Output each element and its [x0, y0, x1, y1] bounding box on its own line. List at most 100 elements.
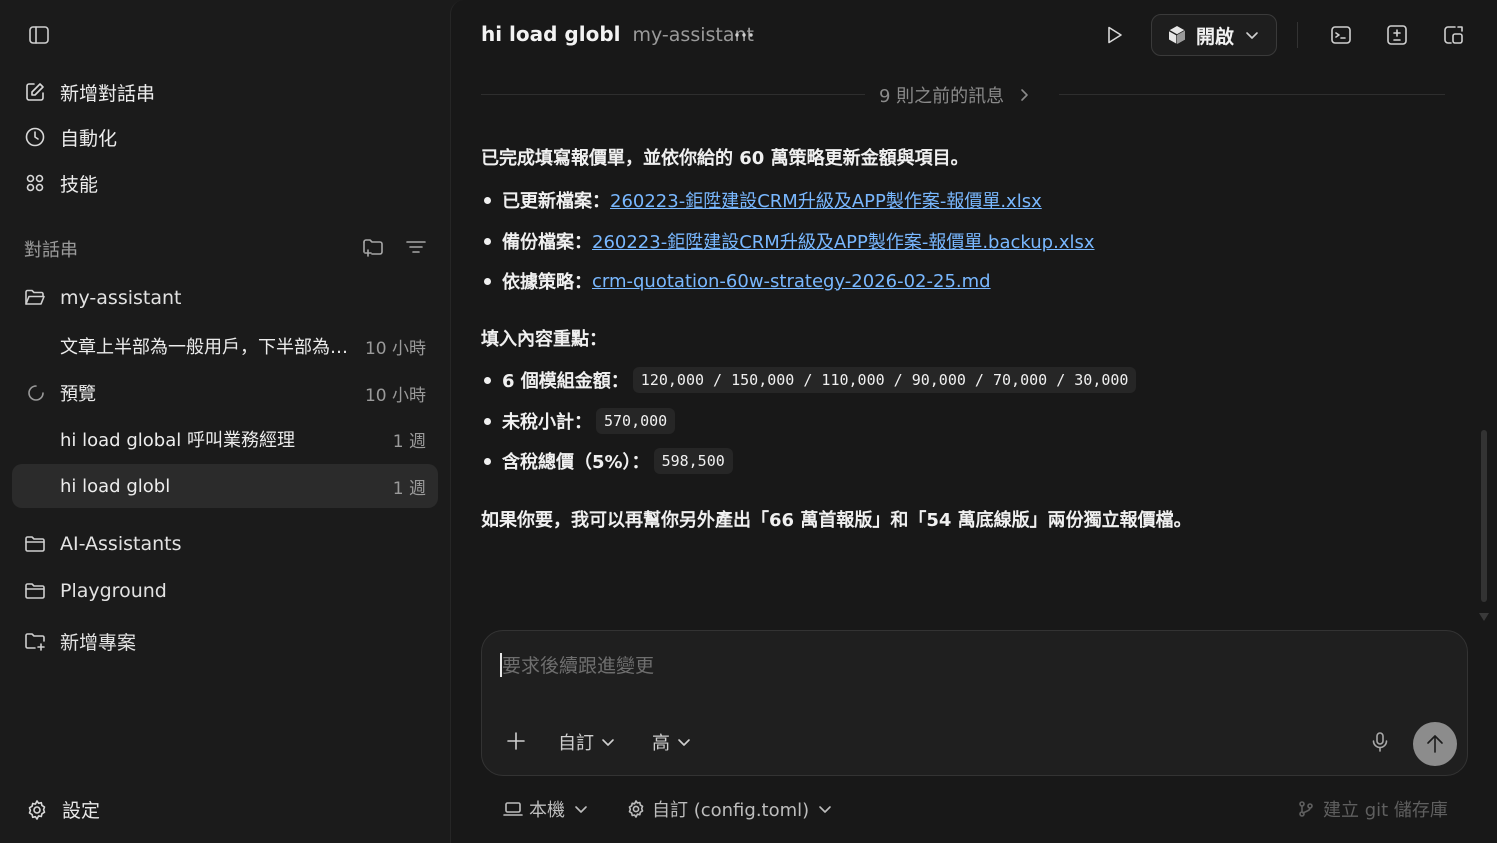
settings-button[interactable]: 設定: [26, 796, 100, 823]
send-button[interactable]: [1413, 722, 1457, 766]
threads-section-title: 對話串: [24, 240, 78, 261]
message-input[interactable]: [502, 651, 1402, 681]
list-item: 備份檔案： 260223-鉅陞建設CRM升級及APP製作案-報價單.backup…: [481, 228, 1095, 254]
new-project-label: 新增專案: [60, 631, 137, 654]
microphone-icon[interactable]: [1368, 730, 1392, 754]
list-item: 已更新檔案： 260223-鉅陞建設CRM升級及APP製作案-報價單.xlsx: [481, 187, 1042, 213]
skills-button[interactable]: 技能: [24, 168, 98, 198]
highlight-label: 未稅小計：: [502, 412, 592, 433]
gear-icon: [626, 799, 646, 819]
thread-name: hi load global 呼叫業務經理: [60, 430, 295, 451]
highlight-label: 6 個模組金額：: [502, 371, 629, 392]
file-label: 已更新檔案：: [502, 191, 610, 212]
chevron-down-icon: [817, 801, 833, 817]
open-in-button[interactable]: 開啟: [1151, 14, 1277, 56]
thread-name: 預覽: [60, 384, 96, 405]
message-intro: 已完成填寫報價單，並依你給的 60 萬策略更新金額與項目。: [481, 148, 969, 169]
file-link[interactable]: 260223-鉅陞建設CRM升級及APP製作案-報價單.xlsx: [610, 187, 1042, 213]
environment-label: 本機: [529, 800, 565, 821]
run-play-icon[interactable]: [1103, 24, 1125, 46]
bullet-dot: [484, 376, 491, 384]
environment-dropdown[interactable]: 本機: [503, 796, 589, 822]
loading-spinner-icon: [26, 383, 46, 403]
thread-time: 1 週: [392, 431, 426, 452]
folder-label: Playground: [60, 580, 167, 602]
main-panel: hi load globl my-assistant 開啟 9 則之前的訊息 已…: [450, 0, 1497, 843]
thread-name: 文章上半部為一般用戶，下半部為技術人員說明: [60, 337, 350, 358]
toolbar-divider: [1297, 22, 1298, 48]
highlights-title: 填入內容重點：: [481, 329, 607, 350]
bullet-dot: [484, 417, 491, 425]
compose-icon: [24, 81, 46, 103]
new-thread-button[interactable]: 新增對話串: [24, 77, 155, 107]
mode-dropdown[interactable]: 自訂: [558, 729, 616, 755]
git-label: 建立 git 儲存庫: [1323, 800, 1448, 821]
more-options-icon[interactable]: [733, 24, 755, 46]
skills-grid-icon: [24, 172, 46, 194]
chevron-down-icon: [573, 801, 589, 817]
thread-title: hi load globl: [481, 22, 621, 46]
previous-messages-button[interactable]: 9 則之前的訊息: [879, 82, 1032, 108]
thread-item[interactable]: 預覽 10 小時: [12, 371, 438, 415]
thread-name: hi load globl: [60, 475, 171, 497]
inline-code: 570,000: [596, 408, 676, 434]
arrow-up-icon: [1427, 735, 1443, 753]
bullet-dot: [484, 196, 491, 204]
sidebar-toggle-icon[interactable]: [28, 24, 50, 46]
sidebar: 新增對話串 自動化 技能 對話串 my-assistant 文章上半部為一般用戶…: [0, 0, 450, 843]
thread-item[interactable]: hi load global 呼叫業務經理 1 週: [12, 417, 438, 461]
create-git-repo-button[interactable]: 建立 git 儲存庫: [1297, 796, 1448, 822]
filter-icon[interactable]: [405, 236, 427, 258]
cube-icon: [1166, 24, 1188, 46]
thread-item-active[interactable]: hi load globl 1 週: [12, 464, 438, 508]
folder-playground[interactable]: Playground: [24, 577, 167, 605]
clock-icon: [24, 126, 46, 148]
list-item: 依據策略： crm-quotation-60w-strategy-2026-02…: [481, 268, 991, 294]
folder-label: AI-Assistants: [60, 533, 182, 555]
open-label: 開啟: [1196, 25, 1235, 48]
previous-messages-label: 9 則之前的訊息: [879, 86, 1005, 107]
thread-title-bar: hi load globl my-assistant: [481, 22, 754, 46]
folder-icon: [24, 580, 46, 602]
chevron-down-icon: [1244, 27, 1260, 43]
divider-right: [1059, 94, 1445, 95]
scrollbar-thumb[interactable]: [1481, 430, 1487, 602]
new-folder-icon[interactable]: [362, 236, 384, 258]
automation-button[interactable]: 自動化: [24, 122, 117, 152]
config-dropdown[interactable]: 自訂 (config.toml): [626, 796, 833, 822]
chevron-right-icon: [1016, 87, 1032, 103]
effort-label: 高: [652, 733, 670, 754]
thread-time: 10 小時: [364, 385, 426, 406]
file-link[interactable]: 260223-鉅陞建設CRM升級及APP製作案-報價單.backup.xlsx: [592, 228, 1095, 254]
pop-out-window-icon[interactable]: [1441, 23, 1465, 47]
highlight-label: 含稅總價（5%）：: [502, 452, 650, 473]
message-closing: 如果你要，我可以再幫你另外產出「66 萬首報版」和「54 萬底線版」兩份獨立報價…: [481, 510, 1192, 531]
skills-label: 技能: [60, 173, 99, 196]
git-branch-icon: [1297, 800, 1315, 818]
new-project-button[interactable]: 新增專案: [24, 627, 136, 655]
add-folder-icon: [24, 630, 46, 652]
gear-icon: [26, 799, 48, 821]
thread-item[interactable]: 文章上半部為一般用戶，下半部為技術人員說明 10 小時: [12, 324, 438, 368]
automation-label: 自動化: [60, 127, 118, 150]
list-item: 未稅小計： 570,000: [481, 408, 676, 434]
folder-label: my-assistant: [60, 287, 182, 309]
file-label: 依據策略：: [502, 272, 592, 293]
add-attachment-icon[interactable]: [504, 729, 528, 753]
settings-label: 設定: [62, 800, 101, 822]
folder-ai-assistants[interactable]: AI-Assistants: [24, 530, 182, 558]
effort-dropdown[interactable]: 高: [652, 729, 692, 755]
list-item: 6 個模組金額： 120,000 / 150,000 / 110,000 / 9…: [481, 367, 1137, 393]
thread-time: 10 小時: [364, 338, 426, 359]
new-thread-label: 新增對話串: [60, 82, 156, 105]
bullet-dot: [484, 277, 491, 285]
composer: 自訂 高: [481, 630, 1468, 776]
terminal-icon[interactable]: [1329, 23, 1353, 47]
diff-panel-icon[interactable]: [1385, 23, 1409, 47]
scroll-down-arrow-icon[interactable]: [1478, 612, 1490, 622]
folder-my-assistant[interactable]: my-assistant: [24, 284, 181, 312]
inline-code: 598,500: [653, 448, 733, 474]
mode-label: 自訂: [558, 733, 594, 754]
file-link[interactable]: crm-quotation-60w-strategy-2026-02-25.md: [592, 271, 991, 292]
file-label: 備份檔案：: [502, 232, 592, 253]
